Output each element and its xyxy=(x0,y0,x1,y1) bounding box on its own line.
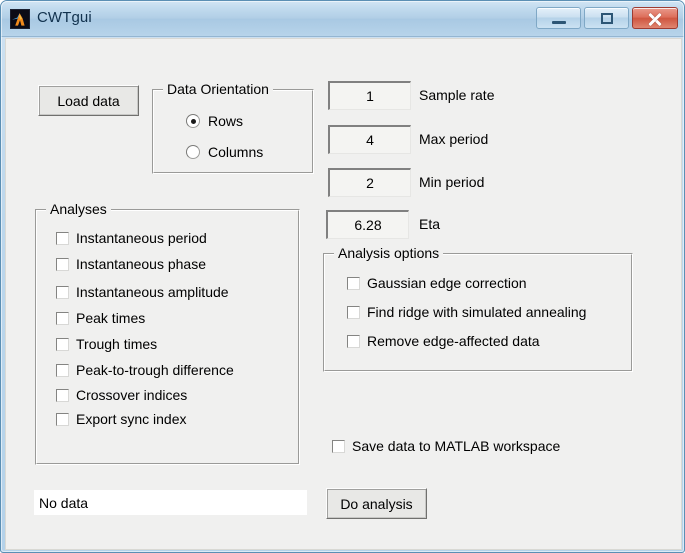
sample-rate-value: 1 xyxy=(366,88,374,104)
sample-rate-label: Sample rate xyxy=(419,87,495,103)
matlab-logo-icon xyxy=(10,9,30,29)
max-period-label: Max period xyxy=(419,131,489,147)
checkbox-indicator xyxy=(56,412,69,426)
close-icon xyxy=(633,8,677,28)
checkbox-label: Remove edge-affected data xyxy=(367,333,540,349)
checkbox-export-sync-index[interactable]: Export sync index xyxy=(56,411,187,427)
checkbox-trough-times[interactable]: Trough times xyxy=(56,336,157,352)
radio-rows-label: Rows xyxy=(208,113,244,129)
checkbox-label: Trough times xyxy=(76,336,158,352)
max-period-value: 4 xyxy=(366,132,374,148)
data-orientation-panel: Data Orientation xyxy=(152,81,314,174)
load-data-label: Load data xyxy=(57,92,120,109)
checkbox-indicator xyxy=(332,439,345,453)
load-data-button[interactable]: Load data xyxy=(38,85,139,116)
checkbox-peak-to-trough-difference[interactable]: Peak-to-trough difference xyxy=(56,362,234,378)
checkbox-label: Gaussian edge correction xyxy=(367,275,527,291)
radio-columns[interactable]: Columns xyxy=(186,144,263,160)
maximize-button[interactable] xyxy=(584,7,629,29)
eta-value: 6.28 xyxy=(354,217,382,233)
analysis-options-title: Analysis options xyxy=(334,245,444,261)
do-analysis-button[interactable]: Do analysis xyxy=(326,488,427,519)
analyses-title: Analyses xyxy=(46,201,111,217)
checkbox-label: Export sync index xyxy=(76,411,187,427)
checkbox-label: Instantaneous phase xyxy=(76,256,206,272)
checkbox-label: Crossover indices xyxy=(76,387,188,403)
minimize-icon xyxy=(537,8,580,28)
sample-rate-input[interactable]: 1 xyxy=(328,81,411,110)
data-orientation-title: Data Orientation xyxy=(163,81,273,97)
cwtgui-window: CWTgui Load data Data Orientation Rows C… xyxy=(0,0,685,553)
checkbox-indicator xyxy=(56,363,69,377)
min-period-label: Min period xyxy=(419,174,485,190)
checkbox-find-ridge-simulated-annealing[interactable]: Find ridge with simulated annealing xyxy=(347,304,586,320)
checkbox-indicator xyxy=(56,285,69,299)
radio-rows-indicator xyxy=(186,114,200,128)
maximize-icon xyxy=(585,8,628,28)
radio-rows[interactable]: Rows xyxy=(186,113,243,129)
eta-label: Eta xyxy=(419,216,441,232)
checkbox-instantaneous-period[interactable]: Instantaneous period xyxy=(56,230,207,246)
eta-input[interactable]: 6.28 xyxy=(326,210,409,239)
checkbox-indicator xyxy=(347,276,360,290)
max-period-input[interactable]: 4 xyxy=(328,125,411,154)
window-title: CWTgui xyxy=(37,9,92,26)
checkbox-crossover-indices[interactable]: Crossover indices xyxy=(56,387,187,403)
checkbox-instantaneous-amplitude[interactable]: Instantaneous amplitude xyxy=(56,284,229,300)
checkbox-label: Instantaneous period xyxy=(76,230,207,246)
checkbox-indicator xyxy=(56,388,69,402)
min-period-value: 2 xyxy=(366,175,374,191)
checkbox-remove-edge-affected-data[interactable]: Remove edge-affected data xyxy=(347,333,540,349)
min-period-input[interactable]: 2 xyxy=(328,168,411,197)
radio-columns-indicator xyxy=(186,145,200,159)
checkbox-instantaneous-phase[interactable]: Instantaneous phase xyxy=(56,256,206,272)
checkbox-indicator xyxy=(56,257,69,271)
status-field[interactable]: No data xyxy=(34,490,307,515)
client-area: Load data Data Orientation Rows Columns … xyxy=(5,38,682,550)
radio-columns-label: Columns xyxy=(208,144,264,160)
checkbox-label: Instantaneous amplitude xyxy=(76,284,229,300)
checkbox-indicator xyxy=(347,334,360,348)
checkbox-gaussian-edge-correction[interactable]: Gaussian edge correction xyxy=(347,275,527,291)
do-analysis-label: Do analysis xyxy=(340,495,413,512)
checkbox-indicator xyxy=(347,305,360,319)
checkbox-save-data-to-matlab-workspace[interactable]: Save data to MATLAB workspace xyxy=(332,438,560,454)
checkbox-indicator xyxy=(56,311,69,325)
minimize-button[interactable] xyxy=(536,7,581,29)
checkbox-indicator xyxy=(56,231,69,245)
checkbox-label: Find ridge with simulated annealing xyxy=(367,304,587,320)
checkbox-indicator xyxy=(56,337,69,351)
checkbox-label: Peak-to-trough difference xyxy=(76,362,234,378)
checkbox-label: Save data to MATLAB workspace xyxy=(352,438,561,454)
title-bar[interactable]: CWTgui xyxy=(1,1,684,37)
status-text: No data xyxy=(39,494,89,511)
checkbox-label: Peak times xyxy=(76,310,146,326)
close-button[interactable] xyxy=(632,7,678,29)
checkbox-peak-times[interactable]: Peak times xyxy=(56,310,145,326)
